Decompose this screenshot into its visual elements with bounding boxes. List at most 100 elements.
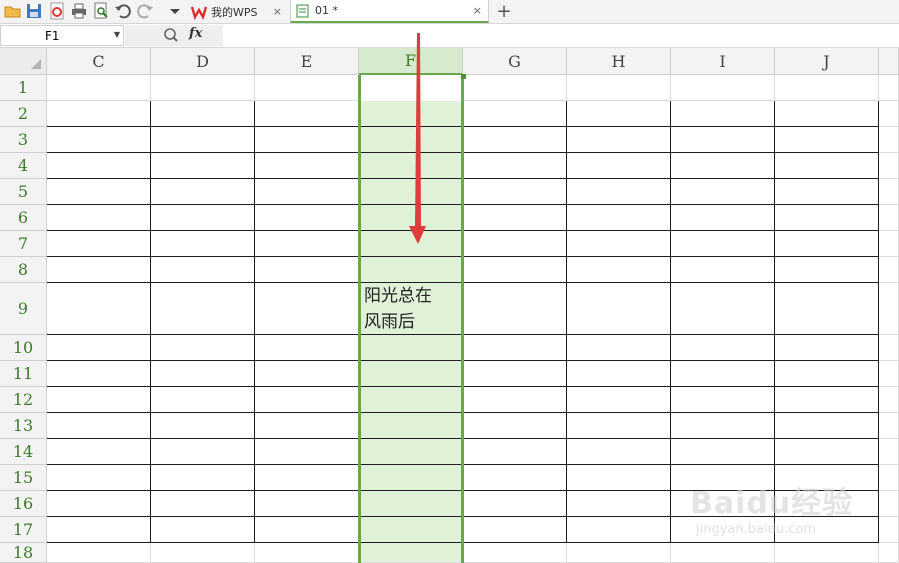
- cell[interactable]: [567, 361, 671, 387]
- cell[interactable]: [47, 153, 151, 179]
- cell[interactable]: [775, 153, 879, 179]
- cell[interactable]: [359, 257, 463, 283]
- cell[interactable]: [463, 153, 567, 179]
- cell[interactable]: [47, 387, 151, 413]
- cell[interactable]: [151, 491, 255, 517]
- cell[interactable]: [775, 387, 879, 413]
- cell[interactable]: [879, 179, 899, 205]
- new-tab-button[interactable]: +: [494, 0, 514, 23]
- column-header-J[interactable]: J: [775, 48, 879, 75]
- cell[interactable]: [463, 465, 567, 491]
- cell[interactable]: [359, 335, 463, 361]
- cell[interactable]: [359, 491, 463, 517]
- cell[interactable]: [359, 413, 463, 439]
- cell[interactable]: [879, 205, 899, 231]
- tab-my-wps[interactable]: 我的WPS ×: [187, 0, 288, 23]
- cell[interactable]: [775, 335, 879, 361]
- row-header-6[interactable]: 6: [0, 205, 47, 231]
- cell[interactable]: [359, 387, 463, 413]
- cell[interactable]: [47, 179, 151, 205]
- cell[interactable]: [359, 205, 463, 231]
- row-header-8[interactable]: 8: [0, 257, 47, 283]
- cell[interactable]: [671, 231, 775, 257]
- cell[interactable]: [463, 413, 567, 439]
- cell[interactable]: [151, 361, 255, 387]
- cell[interactable]: [775, 179, 879, 205]
- cell[interactable]: [567, 153, 671, 179]
- cell[interactable]: [151, 543, 255, 563]
- cell[interactable]: [359, 517, 463, 543]
- cell[interactable]: [151, 127, 255, 153]
- customize-dropdown-icon[interactable]: [166, 2, 184, 20]
- cell[interactable]: [463, 75, 567, 101]
- cell[interactable]: [463, 491, 567, 517]
- cell[interactable]: [47, 517, 151, 543]
- cell[interactable]: [151, 387, 255, 413]
- cell[interactable]: [671, 153, 775, 179]
- row-header-3[interactable]: 3: [0, 127, 47, 153]
- cell[interactable]: [671, 205, 775, 231]
- cell[interactable]: [255, 335, 359, 361]
- cell[interactable]: [463, 179, 567, 205]
- cell[interactable]: [47, 491, 151, 517]
- cell[interactable]: [47, 75, 151, 101]
- cell[interactable]: [879, 387, 899, 413]
- cell[interactable]: [255, 101, 359, 127]
- cell[interactable]: [879, 335, 899, 361]
- name-box[interactable]: F1 ▼: [0, 25, 124, 46]
- cell[interactable]: [671, 361, 775, 387]
- cell[interactable]: [567, 205, 671, 231]
- cell[interactable]: [567, 491, 671, 517]
- active-cell-F1[interactable]: [361, 75, 461, 101]
- cell[interactable]: [151, 205, 255, 231]
- cell[interactable]: [671, 257, 775, 283]
- cell[interactable]: [567, 543, 671, 563]
- cell[interactable]: [151, 179, 255, 205]
- cell[interactable]: [671, 179, 775, 205]
- export-pdf-icon[interactable]: [48, 2, 66, 20]
- cell[interactable]: [255, 543, 359, 563]
- cell[interactable]: [463, 335, 567, 361]
- save-icon[interactable]: [25, 2, 43, 20]
- cell[interactable]: [671, 413, 775, 439]
- cell[interactable]: [463, 101, 567, 127]
- row-header-2[interactable]: 2: [0, 101, 47, 127]
- cell[interactable]: [879, 543, 899, 563]
- cell[interactable]: [775, 439, 879, 465]
- row-header-13[interactable]: 13: [0, 413, 47, 439]
- column-header-C[interactable]: C: [47, 48, 151, 75]
- cell[interactable]: [47, 361, 151, 387]
- cell[interactable]: [47, 257, 151, 283]
- select-all-corner[interactable]: [0, 48, 47, 75]
- cell[interactable]: [151, 439, 255, 465]
- row-header-14[interactable]: 14: [0, 439, 47, 465]
- cell[interactable]: [567, 387, 671, 413]
- row-header-12[interactable]: 12: [0, 387, 47, 413]
- cell[interactable]: [255, 361, 359, 387]
- zoom-icon[interactable]: [163, 27, 179, 43]
- redo-icon[interactable]: [136, 2, 154, 20]
- cell[interactable]: [879, 75, 899, 101]
- column-header-partial[interactable]: [879, 48, 899, 75]
- fill-handle[interactable]: [461, 74, 466, 79]
- cell[interactable]: [151, 101, 255, 127]
- cell[interactable]: [47, 127, 151, 153]
- cell[interactable]: [255, 179, 359, 205]
- cell[interactable]: [879, 413, 899, 439]
- cell[interactable]: [671, 439, 775, 465]
- cell[interactable]: [879, 153, 899, 179]
- cell[interactable]: [671, 543, 775, 563]
- cell[interactable]: [151, 413, 255, 439]
- row-header-7[interactable]: 7: [0, 231, 47, 257]
- cell[interactable]: [255, 413, 359, 439]
- cell[interactable]: [359, 153, 463, 179]
- cell[interactable]: [151, 257, 255, 283]
- tab-document-01[interactable]: 01 * ×: [290, 0, 489, 23]
- cell[interactable]: [255, 127, 359, 153]
- cell[interactable]: [47, 465, 151, 491]
- column-header-G[interactable]: G: [463, 48, 567, 75]
- cell[interactable]: [567, 413, 671, 439]
- cell[interactable]: [879, 231, 899, 257]
- cell[interactable]: [567, 75, 671, 101]
- cell[interactable]: [255, 153, 359, 179]
